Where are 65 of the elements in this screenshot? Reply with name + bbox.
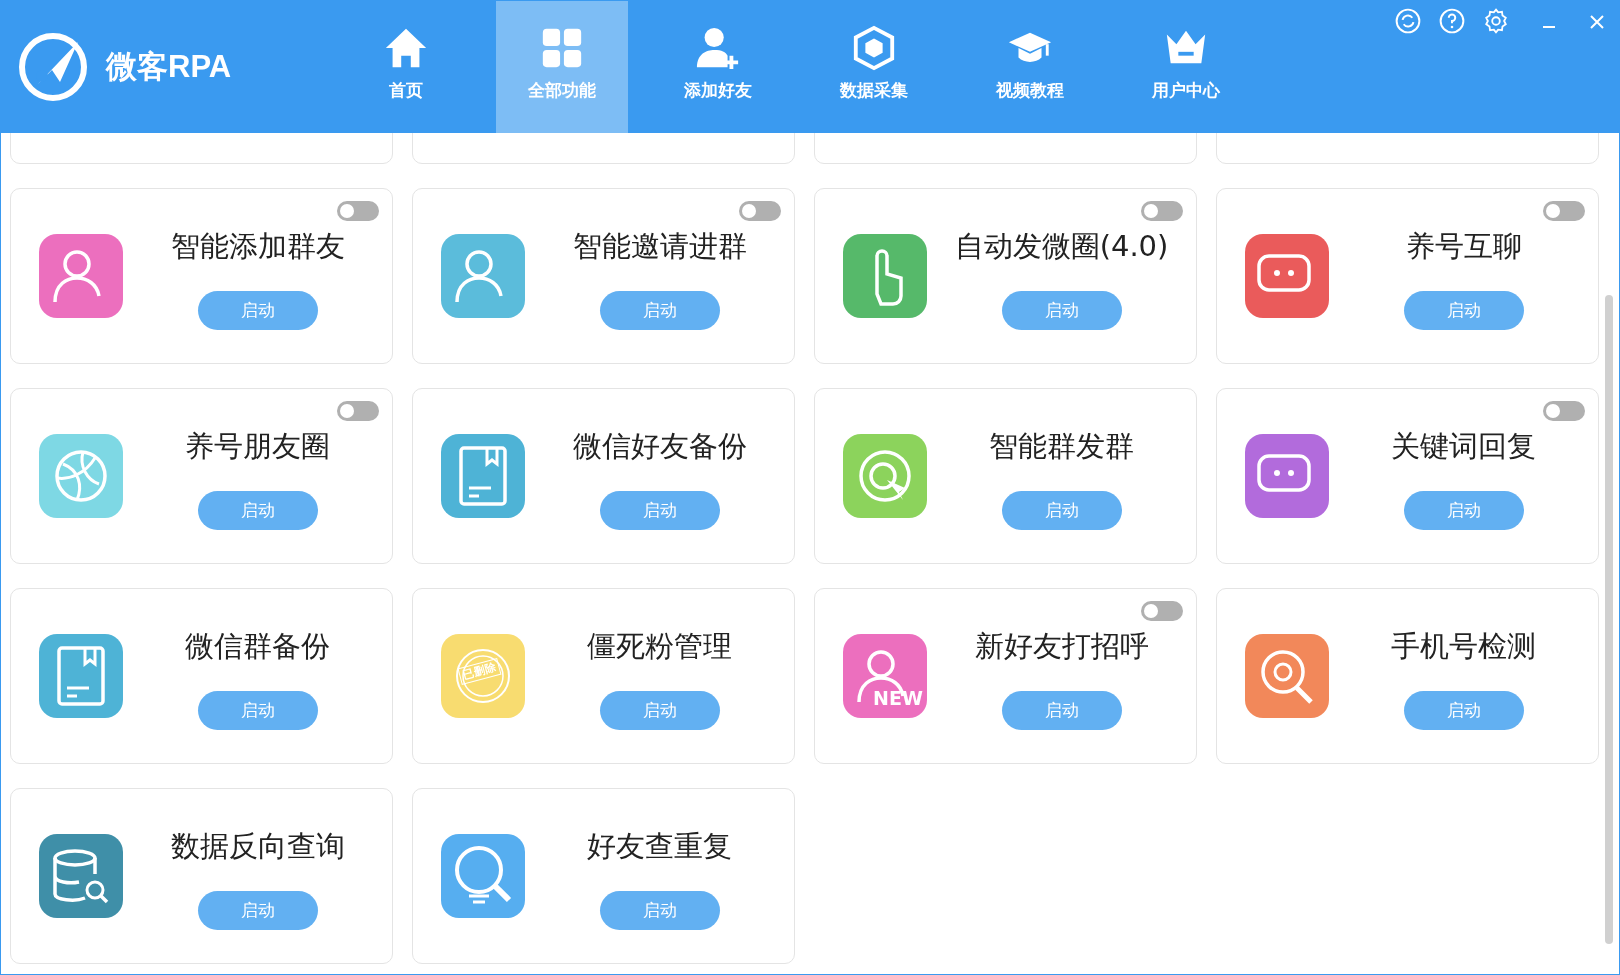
toggle-switch[interactable] xyxy=(1141,201,1183,221)
nav-tab[interactable]: 全部功能 xyxy=(496,1,628,133)
feature-title: 手机号检测 xyxy=(1391,627,1536,665)
help-icon[interactable] xyxy=(1439,8,1465,34)
close-icon[interactable] xyxy=(1589,14,1605,30)
refresh-icon[interactable] xyxy=(1395,8,1421,34)
feature-icon xyxy=(843,634,927,718)
settings-icon[interactable] xyxy=(1483,8,1509,34)
start-button[interactable]: 启动 xyxy=(1403,490,1524,530)
start-button[interactable]: 启动 xyxy=(599,490,720,530)
start-button[interactable]: 启动 xyxy=(197,490,318,530)
feature-title: 新好友打招呼 xyxy=(974,627,1149,665)
start-button[interactable]: 启动 xyxy=(197,890,318,930)
logo-icon xyxy=(18,32,88,102)
feature-title: 智能添加群友 xyxy=(170,227,345,265)
start-button[interactable]: 启动 xyxy=(197,290,318,330)
feature-title: 微信好友备份 xyxy=(572,427,747,465)
feature-title: 僵死粉管理 xyxy=(587,627,732,665)
feature-icon xyxy=(1245,634,1329,718)
toggle-switch[interactable] xyxy=(1543,201,1585,221)
start-button[interactable]: 启动 xyxy=(1001,490,1122,530)
feature-icon xyxy=(843,234,927,318)
toggle-switch[interactable] xyxy=(1141,601,1183,621)
feature-title: 养号朋友圈 xyxy=(185,427,330,465)
feature-icon xyxy=(441,434,525,518)
feature-title: 关键词回复 xyxy=(1391,427,1536,465)
feature-title: 微信群备份 xyxy=(185,627,330,665)
cube-icon xyxy=(851,25,897,71)
feature-icon xyxy=(1245,234,1329,318)
toggle-switch[interactable] xyxy=(337,201,379,221)
toggle-switch[interactable] xyxy=(739,201,781,221)
feature-icon xyxy=(1245,434,1329,518)
start-button[interactable]: 启动 xyxy=(197,690,318,730)
feature-title: 智能邀请进群 xyxy=(572,227,747,265)
nav-tab[interactable]: 数据采集 xyxy=(808,1,940,133)
toggle-switch[interactable] xyxy=(1543,401,1585,421)
scrollbar[interactable] xyxy=(1605,295,1613,944)
start-button[interactable]: 启动 xyxy=(599,290,720,330)
feature-icon xyxy=(39,634,123,718)
feature-title: 养号互聊 xyxy=(1405,227,1522,265)
feature-icon xyxy=(843,434,927,518)
nav-tab[interactable]: 视频教程 xyxy=(964,1,1096,133)
feature-title: 好友查重复 xyxy=(587,827,732,865)
start-button[interactable]: 启动 xyxy=(1001,290,1122,330)
feature-icon xyxy=(441,634,525,718)
feature-title: 数据反向查询 xyxy=(170,827,345,865)
nav-tab[interactable]: 添加好友 xyxy=(652,1,784,133)
feature-title: 自动发微圈(4.0) xyxy=(954,227,1169,265)
nav-tab[interactable]: 首页 xyxy=(340,1,472,133)
feature-icon xyxy=(441,234,525,318)
feature-icon xyxy=(39,234,123,318)
start-button[interactable]: 启动 xyxy=(1001,690,1122,730)
toggle-switch[interactable] xyxy=(337,401,379,421)
feature-icon xyxy=(39,434,123,518)
feature-icon xyxy=(441,834,525,918)
icon-label: NEW xyxy=(873,687,923,709)
add-person-icon xyxy=(695,25,741,71)
start-button[interactable]: 启动 xyxy=(1403,290,1524,330)
app-name: 微客RPA xyxy=(106,48,232,86)
feature-title: 智能群发群 xyxy=(989,427,1134,465)
start-button[interactable]: 启动 xyxy=(599,890,720,930)
nav-tab[interactable]: 用户中心 xyxy=(1120,1,1252,133)
start-button[interactable]: 启动 xyxy=(599,690,720,730)
start-button[interactable]: 启动 xyxy=(1403,690,1524,730)
feature-icon xyxy=(39,834,123,918)
